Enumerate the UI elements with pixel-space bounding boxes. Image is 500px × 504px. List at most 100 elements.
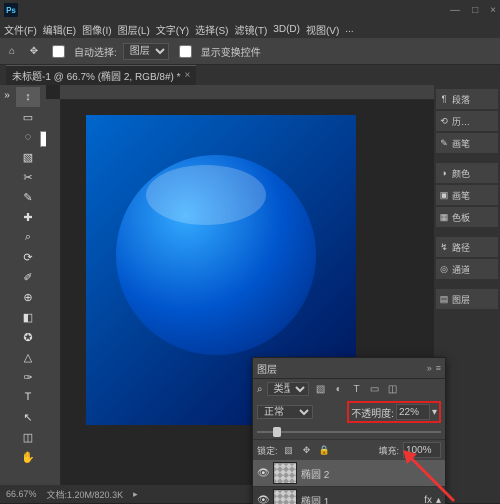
tool-shape[interactable]: ◫ — [16, 427, 40, 447]
panel-brush[interactable]: ✎画笔 — [436, 133, 498, 153]
expand-toolbar-icon[interactable]: » — [1, 89, 13, 101]
lock-label: 锁定: — [257, 444, 278, 457]
color-icon: ◑ — [438, 168, 450, 178]
panel-swatches[interactable]: ▦色板 — [436, 207, 498, 227]
layer-row[interactable]: 👁 椭圆 1 fx ▴ — [253, 487, 445, 504]
layer-thumbnail[interactable] — [273, 489, 297, 504]
panel-color[interactable]: ◑颜色 — [436, 163, 498, 183]
search-icon[interactable]: ⌕ — [257, 384, 263, 395]
home-icon[interactable]: ⌂ — [4, 43, 20, 59]
tool-eraser[interactable]: ⊕ — [16, 287, 40, 307]
artwork-sphere — [116, 155, 316, 355]
menu-filter[interactable]: 滤镜(T) — [235, 22, 268, 37]
channels-icon: ◎ — [438, 264, 450, 275]
collapse-panel-icon[interactable]: » — [427, 363, 432, 373]
fx-badge[interactable]: fx — [424, 495, 432, 504]
opacity-slider[interactable] — [257, 425, 441, 439]
fill-input[interactable] — [403, 442, 441, 458]
tool-history-brush[interactable]: ✐ — [16, 267, 40, 287]
layers-icon: ▤ — [438, 294, 450, 305]
menu-file[interactable]: 文件(F) — [4, 22, 37, 37]
swatch-icon: ▦ — [438, 212, 450, 223]
menu-edit[interactable]: 编辑(E) — [43, 22, 76, 37]
lock-pixels-icon[interactable]: ▧ — [282, 443, 296, 457]
panel-channels[interactable]: ◎通道 — [436, 259, 498, 279]
tool-eyedropper[interactable]: ✎ — [16, 187, 40, 207]
tool-pen[interactable]: ✑ — [16, 367, 40, 387]
filter-shape-icon[interactable]: ▭ — [367, 381, 383, 397]
auto-select-target[interactable]: 图层 — [123, 43, 169, 60]
options-bar: ⌂ ✥ 自动选择: 图层 显示变换控件 — [0, 38, 500, 65]
document-tab-title: 未标题-1 @ 66.7% (椭圆 2, RGB/8#) * — [12, 68, 181, 83]
menu-more[interactable]: ... — [345, 24, 353, 35]
show-transform-label: 显示变换控件 — [201, 44, 261, 59]
filter-adjust-icon[interactable]: ◐ — [331, 381, 347, 397]
move-tool-icon: ✥ — [26, 43, 42, 59]
history-icon: ⟲ — [438, 116, 450, 127]
tool-marquee[interactable]: ▭ — [16, 107, 40, 127]
menu-3d[interactable]: 3D(D) — [273, 24, 300, 35]
filter-kind-select[interactable]: 类型 — [267, 382, 309, 396]
opacity-highlight: 不透明度: ▾ — [347, 401, 441, 423]
paths-icon: ↯ — [438, 242, 450, 253]
ruler-vertical — [46, 99, 61, 485]
filter-pixel-icon[interactable]: ▧ — [313, 381, 329, 397]
panel-menu-icon[interactable]: ≡ — [436, 363, 441, 373]
layers-panel[interactable]: 图层 » ≡ ⌕ 类型 ▧ ◐ T ▭ ◫ 正常 不透明度: ▾ — [252, 357, 446, 504]
tool-path-select[interactable]: ↖ — [16, 407, 40, 427]
layer-thumbnail[interactable] — [273, 462, 297, 484]
visibility-icon[interactable]: 👁 — [257, 468, 269, 479]
show-transform-checkbox[interactable] — [179, 45, 192, 58]
paragraph-icon: ¶ — [438, 94, 450, 104]
tool-quick-select[interactable]: ▧ — [16, 147, 40, 167]
tool-blur[interactable]: ✪ — [16, 327, 40, 347]
visibility-icon[interactable]: 👁 — [257, 495, 269, 504]
tool-hand[interactable]: ✋ — [16, 447, 40, 467]
layer-name[interactable]: 椭圆 2 — [301, 466, 441, 481]
filter-type-icon[interactable]: T — [349, 381, 365, 397]
tool-gradient[interactable]: ◧ — [16, 307, 40, 327]
minimize-button[interactable]: — — [450, 5, 460, 16]
filter-smart-icon[interactable]: ◫ — [385, 381, 401, 397]
fill-label: 填充: — [378, 444, 399, 457]
app-logo: Ps — [4, 3, 18, 17]
tool-dodge[interactable]: △ — [16, 347, 40, 367]
close-button[interactable]: × — [490, 5, 496, 16]
layer-name[interactable]: 椭圆 1 — [301, 493, 420, 504]
tool-type[interactable]: T — [16, 387, 40, 407]
opacity-label: 不透明度: — [351, 405, 394, 420]
opacity-slider-thumb[interactable] — [273, 427, 281, 437]
tool-stamp[interactable]: ⟳ — [16, 247, 40, 267]
panel-paths[interactable]: ↯路径 — [436, 237, 498, 257]
menu-image[interactable]: 图像(I) — [82, 22, 111, 37]
menu-type[interactable]: 文字(Y) — [156, 22, 189, 37]
lock-position-icon[interactable]: ✥ — [300, 443, 314, 457]
maximize-button[interactable]: □ — [472, 5, 478, 16]
tool-healing[interactable]: ✚ — [16, 207, 40, 227]
blend-mode-select[interactable]: 正常 — [257, 405, 313, 419]
panel-paragraph[interactable]: ¶段落 — [436, 89, 498, 109]
status-chevron-icon[interactable]: ▸ — [133, 489, 138, 500]
toolbox: ↕ ▭ ◌ ▧ ✂ ✎ ✚ ⌕ ⟳ ✐ ⊕ ◧ ✪ △ ✑ T ↖ ◫ ✋ ⊙ … — [14, 85, 46, 485]
panel-layers[interactable]: ▤图层 — [436, 289, 498, 309]
tool-move[interactable]: ↕ — [16, 87, 40, 107]
menu-layer[interactable]: 图层(L) — [118, 22, 150, 37]
tool-brush[interactable]: ⌕ — [16, 227, 40, 247]
auto-select-checkbox[interactable] — [52, 45, 65, 58]
zoom-level[interactable]: 66.67% — [6, 489, 37, 499]
opacity-dropdown-icon[interactable]: ▾ — [432, 407, 437, 418]
auto-select-label: 自动选择: — [74, 44, 117, 59]
panel-brush2[interactable]: ▣画笔 — [436, 185, 498, 205]
document-tab[interactable]: 未标题-1 @ 66.7% (椭圆 2, RGB/8#) * × — [6, 65, 196, 85]
opacity-input[interactable] — [396, 404, 430, 420]
lock-all-icon[interactable]: 🔒 — [318, 443, 332, 457]
layer-row[interactable]: 👁 椭圆 2 — [253, 460, 445, 487]
menu-view[interactable]: 视图(V) — [306, 22, 339, 37]
menu-select[interactable]: 选择(S) — [195, 22, 228, 37]
tool-lasso[interactable]: ◌ — [16, 127, 40, 147]
tool-crop[interactable]: ✂ — [16, 167, 40, 187]
brush2-icon: ▣ — [438, 190, 450, 201]
panel-history[interactable]: ⟲历… — [436, 111, 498, 131]
fx-expand-icon[interactable]: ▴ — [436, 495, 441, 504]
close-tab-icon[interactable]: × — [185, 70, 191, 81]
